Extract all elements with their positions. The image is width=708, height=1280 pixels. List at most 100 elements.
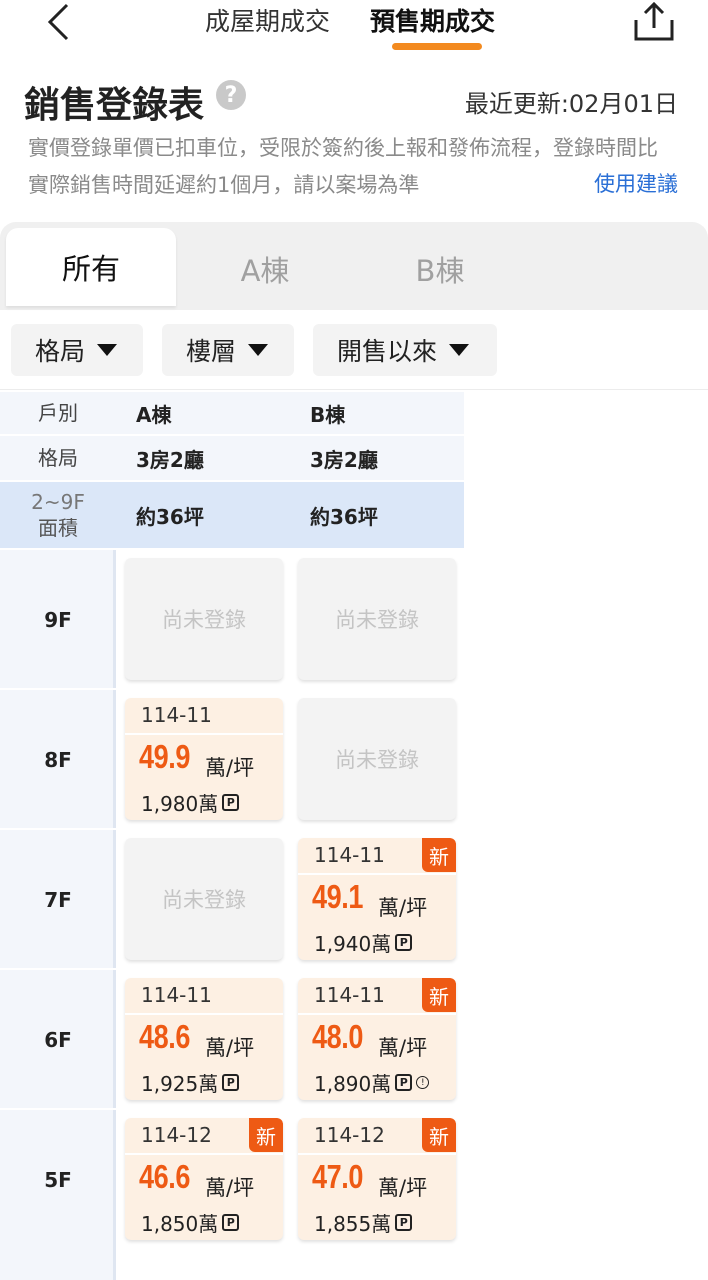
transaction-date: 114-11	[141, 703, 212, 727]
transaction-card[interactable]: 114-11 49.9 萬/坪 1,980萬 P	[125, 698, 283, 820]
filter-bar: 格局 樓層 開售以來	[0, 310, 708, 390]
unregistered-text: 尚未登錄	[335, 608, 419, 632]
parking-icon: P	[222, 1074, 240, 1091]
last-updated: 最近更新:02月01日	[464, 90, 678, 118]
card-divider	[298, 1013, 456, 1015]
unregistered-text: 尚未登錄	[335, 748, 419, 772]
tab-building-b[interactable]: B棟	[375, 228, 505, 310]
card-divider	[125, 1013, 283, 1015]
unit-price: 48.6	[139, 1018, 191, 1055]
transaction-card[interactable]: 114-11 49.1 萬/坪 1,940萬 P 新	[298, 838, 456, 960]
transaction-date: 114-11	[141, 983, 212, 1007]
tab-all[interactable]: 所有	[6, 228, 176, 306]
floor-divider	[0, 968, 116, 970]
building-tabs: 所有 A棟 B棟	[0, 222, 708, 310]
row-label-area: 2~9F 面積	[0, 482, 116, 548]
unregistered-card[interactable]: 尚未登錄	[298, 698, 456, 820]
new-badge: 新	[422, 1118, 456, 1152]
usage-advice-link[interactable]: 使用建議	[594, 168, 678, 198]
transaction-date: 114-11	[314, 983, 385, 1007]
total-price: 1,855萬 P	[314, 1208, 413, 1237]
price-unit: 萬/坪	[378, 896, 428, 920]
filter-label: 格局	[35, 337, 86, 366]
unit-price: 49.9	[139, 738, 191, 775]
price-unit: 萬/坪	[205, 1036, 255, 1060]
transaction-date: 114-11	[314, 843, 385, 867]
tab-building-a[interactable]: A棟	[200, 228, 330, 310]
unit-area-b: 約36坪	[310, 504, 378, 529]
filter-layout-dropdown[interactable]: 格局	[11, 324, 143, 376]
tab-presale-deals[interactable]: 預售期成交	[370, 2, 495, 38]
caret-down-icon	[248, 344, 269, 356]
help-icon[interactable]: ?	[216, 80, 246, 110]
parking-icon: P	[395, 1074, 413, 1091]
header-row-unit: 戶別 A棟 B棟	[0, 392, 464, 434]
caret-down-icon	[97, 344, 118, 356]
total-price-value: 1,980萬	[141, 792, 219, 816]
total-price-value: 1,925萬	[141, 1072, 219, 1096]
unit-price: 48.0	[312, 1018, 364, 1055]
sales-grid: 9F 尚未登錄 尚未登錄 8F 114-11 49.9 萬/坪 1,980萬 P 尚未登錄 7F 尚未…	[0, 550, 464, 1280]
unit-area-a: 約36坪	[136, 504, 204, 529]
share-icon	[634, 2, 674, 41]
filter-period-dropdown[interactable]: 開售以來	[313, 324, 497, 376]
transaction-date: 114-12	[314, 1123, 385, 1147]
total-price-value: 1,855萬	[314, 1212, 392, 1236]
floor-label: 7F	[44, 888, 72, 912]
disclaimer-note: 實價登錄單價已扣車位，受限於簽約後上報和發佈流程，登錄時間比實際銷售時間延遲約1…	[28, 136, 658, 197]
floor-label: 8F	[44, 748, 72, 772]
price-unit: 萬/坪	[205, 756, 255, 780]
filter-label: 樓層	[186, 337, 237, 366]
page-title: 銷售登錄表	[24, 85, 205, 126]
unit-layout-a: 3房2廳	[136, 447, 204, 472]
transaction-card[interactable]: 114-12 47.0 萬/坪 1,855萬 P 新	[298, 1118, 456, 1240]
parking-icon: P	[395, 1214, 413, 1231]
header-row-layout: 格局 3房2廳 3房2廳	[0, 436, 464, 480]
transaction-card[interactable]: 114-11 48.6 萬/坪 1,925萬 P	[125, 978, 283, 1100]
tab-completed-deals[interactable]: 成屋期成交	[205, 2, 330, 38]
unregistered-text: 尚未登錄	[162, 888, 246, 912]
total-price: 1,980萬 P	[141, 788, 240, 817]
card-divider	[125, 1153, 283, 1155]
parking-icon: P	[222, 1214, 240, 1231]
share-button[interactable]	[630, 0, 678, 44]
unit-layout-b: 3房2廳	[310, 447, 378, 472]
top-nav: 成屋期成交 預售期成交	[0, 0, 708, 60]
area-label: 面積	[38, 516, 78, 540]
price-unit: 萬/坪	[378, 1036, 428, 1060]
unit-name-b: B棟	[310, 402, 346, 427]
parking-icon: P	[222, 794, 240, 811]
unit-price: 46.6	[139, 1158, 191, 1195]
new-badge: 新	[422, 838, 456, 872]
total-price-value: 1,850萬	[141, 1212, 219, 1236]
new-badge: 新	[249, 1118, 283, 1152]
total-price-value: 1,890萬	[314, 1072, 392, 1096]
header-row-area: 2~9F 面積 約36坪 約36坪	[0, 482, 464, 548]
parking-icon: P	[395, 934, 413, 951]
transaction-date: 114-12	[141, 1123, 212, 1147]
unregistered-text: 尚未登錄	[162, 608, 246, 632]
transaction-card[interactable]: 114-11 48.0 萬/坪 1,890萬 P! 新	[298, 978, 456, 1100]
floor-range: 2~9F	[31, 490, 85, 514]
chevron-left-icon	[47, 3, 69, 41]
floor-divider	[0, 828, 116, 830]
caret-down-icon	[449, 344, 470, 356]
unregistered-card[interactable]: 尚未登錄	[298, 558, 456, 680]
card-divider	[298, 1153, 456, 1155]
unregistered-card[interactable]: 尚未登錄	[125, 838, 283, 960]
filter-label: 開售以來	[337, 337, 438, 366]
unregistered-card[interactable]: 尚未登錄	[125, 558, 283, 680]
total-price: 1,925萬 P	[141, 1068, 240, 1097]
floor-divider	[0, 1108, 116, 1110]
back-button[interactable]	[38, 0, 78, 44]
transaction-card[interactable]: 114-12 46.6 萬/坪 1,850萬 P 新	[125, 1118, 283, 1240]
info-icon[interactable]: !	[416, 1076, 430, 1089]
floor-divider	[0, 688, 116, 690]
unit-price: 47.0	[312, 1158, 364, 1195]
total-price: 1,890萬 P!	[314, 1068, 430, 1097]
floor-label: 9F	[44, 608, 72, 632]
unit-name-a: A棟	[136, 402, 172, 427]
row-label-unit: 戶別	[38, 401, 78, 425]
filter-floor-dropdown[interactable]: 樓層	[162, 324, 294, 376]
new-badge: 新	[422, 978, 456, 1012]
